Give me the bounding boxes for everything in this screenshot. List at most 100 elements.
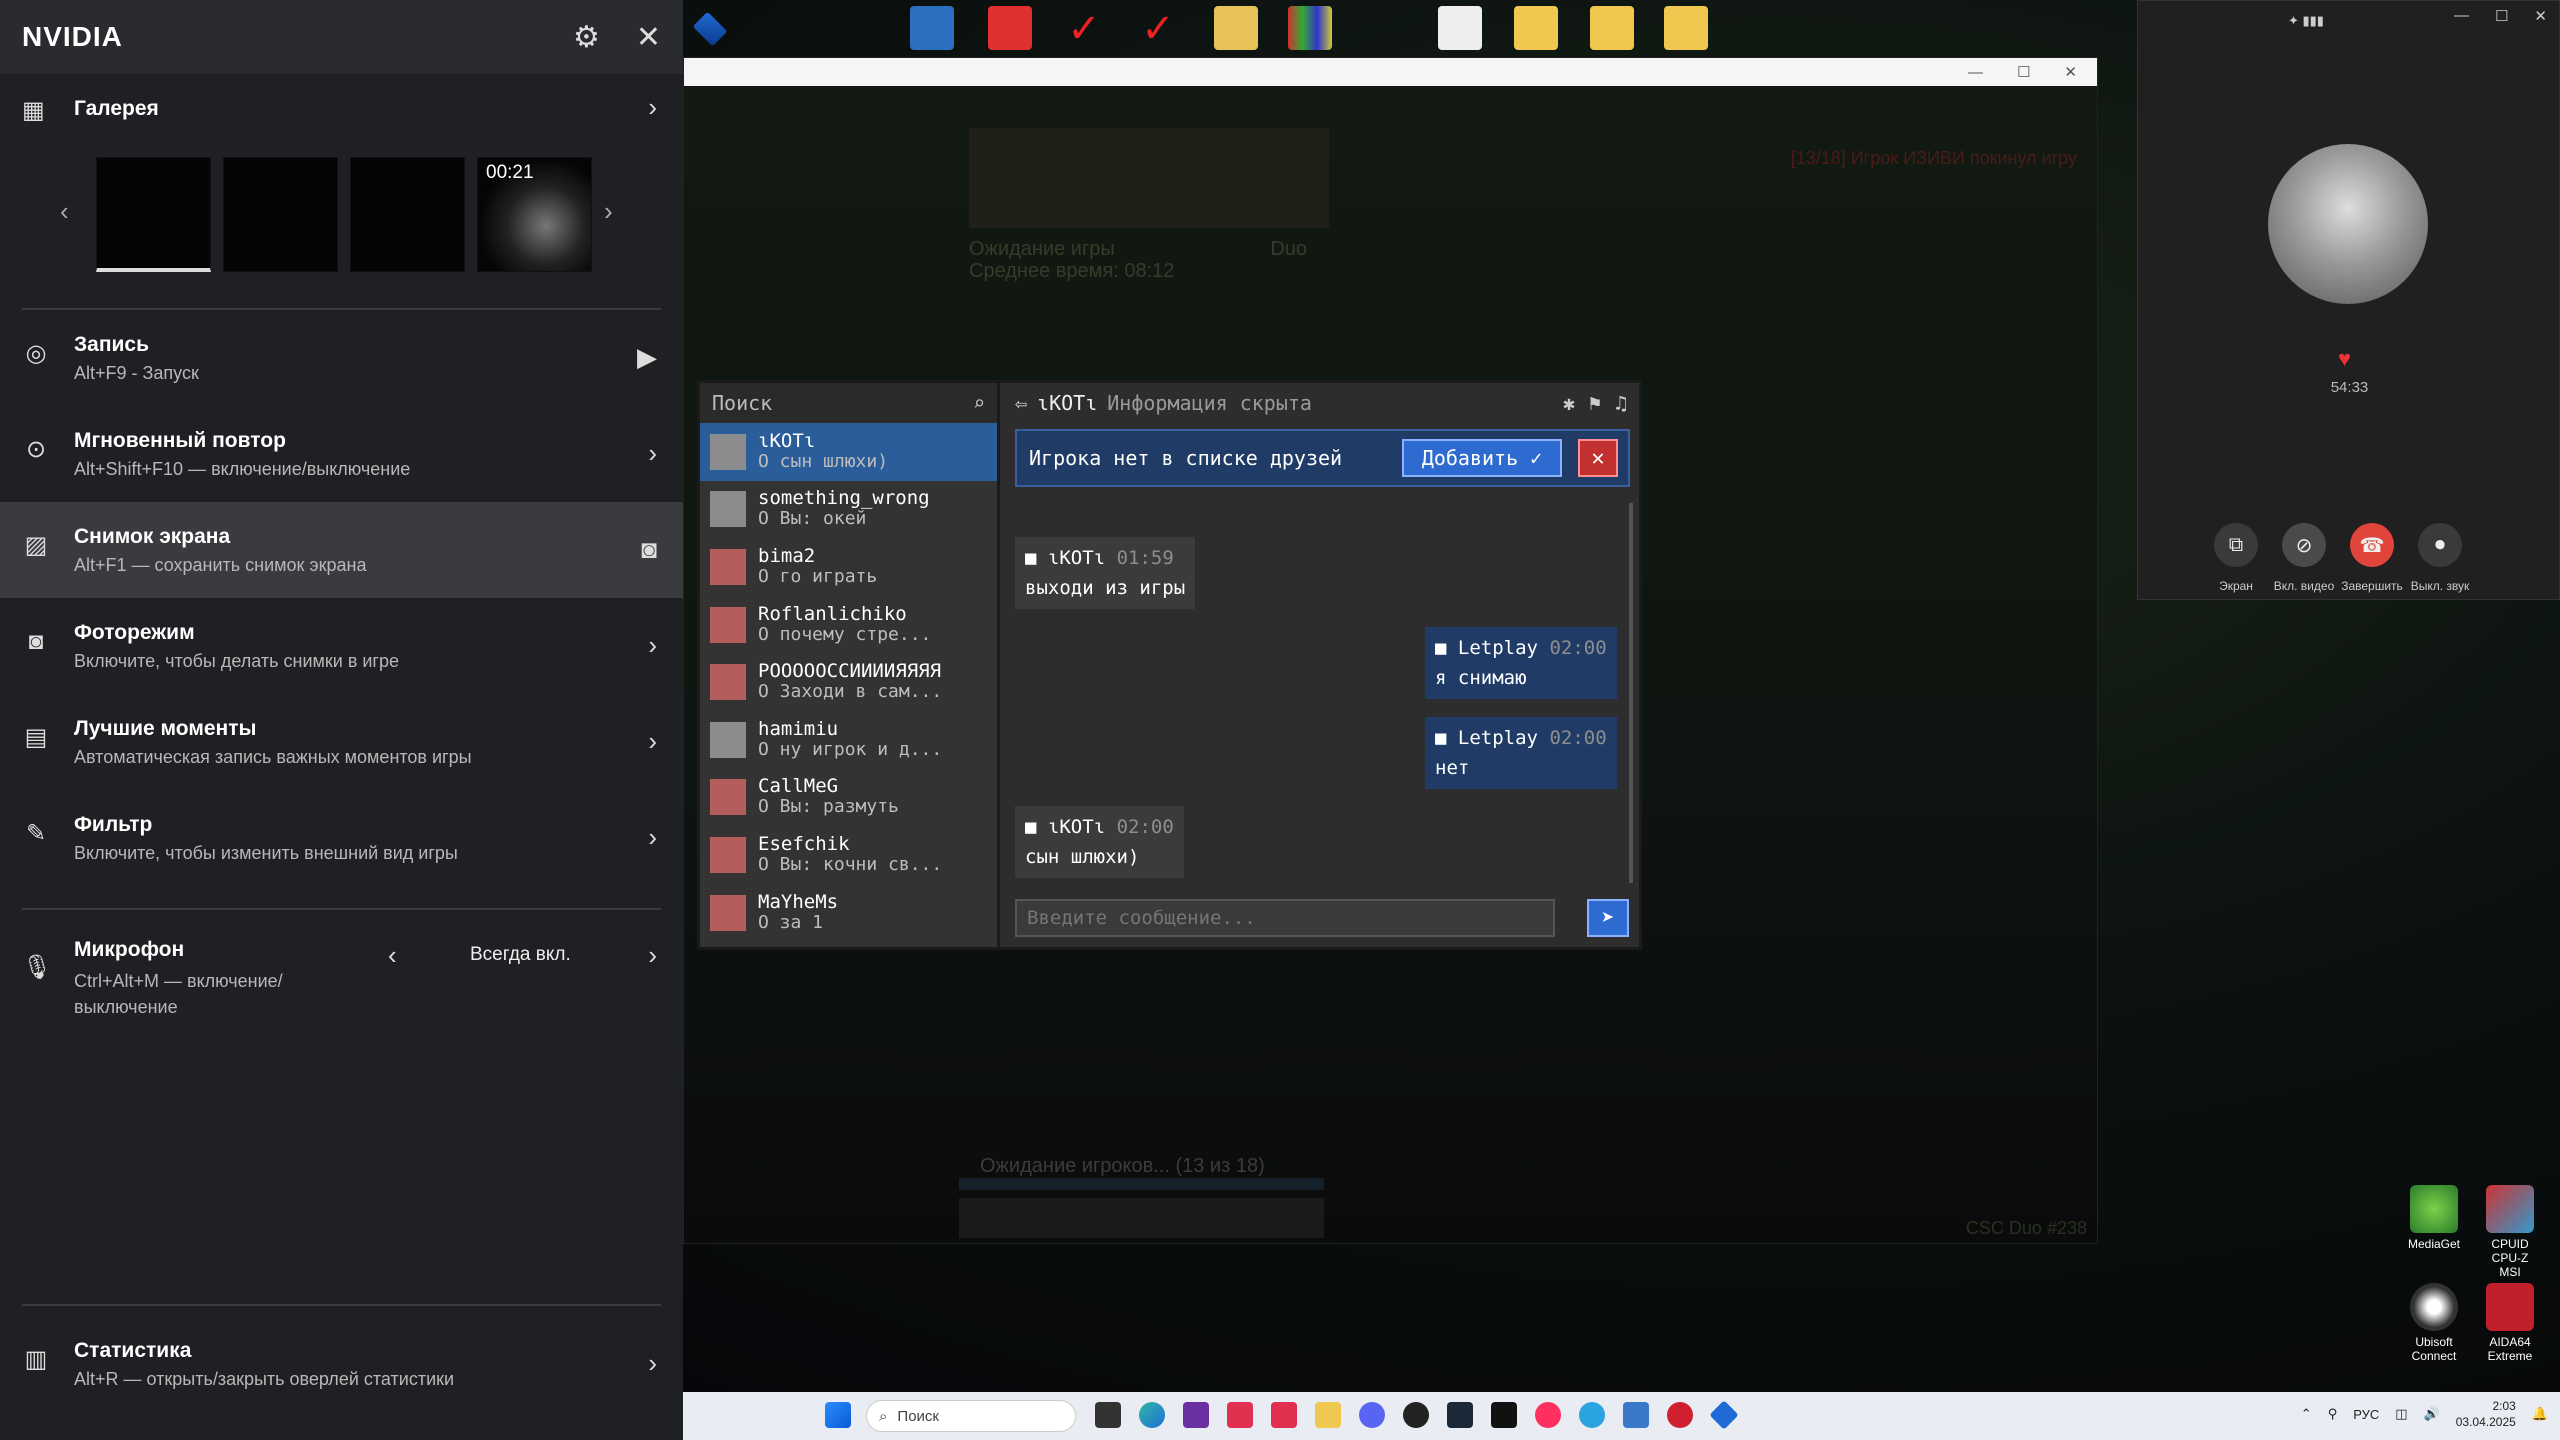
file-explorer-icon[interactable] — [1315, 1402, 1341, 1428]
app-icon[interactable] — [1667, 1402, 1693, 1428]
network-icon[interactable]: ⚲ — [2328, 1406, 2338, 1422]
chevron-up-icon[interactable]: ⌃ — [2301, 1406, 2312, 1422]
contact-item[interactable]: CallMeG О Вы: размуть — [700, 769, 997, 827]
contact-item[interactable]: PОООООССИИИИЯЯЯЯ О Заходи в сам... — [700, 653, 997, 711]
block-icon[interactable]: ✱ — [1563, 391, 1575, 415]
minimize-icon[interactable]: — — [2454, 7, 2469, 25]
chevron-right-icon[interactable]: › — [648, 630, 657, 661]
app-icon[interactable] — [910, 6, 954, 50]
taskbar-search[interactable]: ⌕ Поиск — [866, 1400, 1076, 1432]
send-button[interactable]: ➤ — [1587, 899, 1629, 937]
wifi-icon[interactable]: ◫ — [2395, 1406, 2407, 1422]
app-icon[interactable] — [692, 11, 728, 47]
app-icon[interactable]: ✓ — [1062, 6, 1106, 51]
chevron-right-icon[interactable]: › — [648, 92, 657, 123]
gallery-thumbnail[interactable]: 00:21 — [477, 156, 592, 272]
video-button[interactable]: ⊘ — [2282, 523, 2326, 567]
gallery-thumbnail[interactable] — [96, 156, 211, 272]
contact-item[interactable]: Esefchik О Вы: кочни св... — [700, 826, 997, 884]
stats-row[interactable]: ▥ Статистика Alt+R — открыть/закрыть ове… — [0, 1316, 683, 1412]
folder-icon[interactable] — [1514, 6, 1558, 50]
clock[interactable]: 2:03 03.04.2025 — [2456, 1398, 2516, 1430]
close-icon[interactable]: ✕ — [636, 20, 661, 55]
folder-icon[interactable] — [1438, 6, 1482, 50]
app-icon[interactable] — [1623, 1402, 1649, 1428]
winrar-icon[interactable] — [1288, 6, 1332, 50]
close-icon[interactable]: ✕ — [2064, 63, 2077, 81]
microphone-row[interactable]: 🎙 Микрофон Ctrl+Alt+M — включение/ выклю… — [0, 924, 683, 1034]
add-friend-button[interactable]: Добавить ✓ — [1402, 439, 1562, 477]
language-indicator[interactable]: РУС — [2353, 1407, 2379, 1422]
app-icon[interactable]: ✓ — [1136, 6, 1180, 51]
maximize-icon[interactable]: ☐ — [2017, 63, 2030, 81]
filter-row[interactable]: ✎ Фильтр Включите, чтобы изменить внешни… — [0, 790, 683, 886]
epic-icon[interactable] — [1491, 1402, 1517, 1428]
folder-icon[interactable] — [1214, 6, 1258, 50]
gallery-thumbnail[interactable] — [223, 156, 338, 272]
avatar — [710, 664, 746, 701]
screenshot-row[interactable]: ▨ Снимок экрана Alt+F1 — сохранить снимо… — [0, 502, 683, 598]
instant-replay-label: Мгновенный повтор — [74, 428, 286, 452]
chevron-right-icon[interactable]: › — [648, 1348, 657, 1379]
folder-icon[interactable] — [1664, 6, 1708, 50]
app-icon[interactable] — [1403, 1402, 1429, 1428]
bell-icon[interactable]: 🔔 — [2532, 1406, 2548, 1422]
task-view-icon[interactable] — [1095, 1402, 1121, 1428]
desktop-icon-aida64[interactable]: AIDA64 Extreme — [2480, 1283, 2540, 1363]
app-icon[interactable] — [1227, 1402, 1253, 1428]
avatar — [710, 548, 746, 585]
contact-item[interactable]: Roflanlichiko О почему стре... — [700, 596, 997, 654]
opera-icon[interactable] — [1535, 1402, 1561, 1428]
app-icon[interactable] — [1709, 1400, 1739, 1430]
chevron-right-icon[interactable]: › — [648, 726, 657, 757]
gallery-row[interactable]: ▦ Галерея › — [0, 74, 683, 144]
chevron-left-icon[interactable]: ‹ — [60, 196, 69, 227]
record-row[interactable]: ◎ Запись Alt+F9 - Запуск ▶ — [0, 310, 683, 406]
app-icon[interactable] — [1271, 1402, 1297, 1428]
chevron-right-icon[interactable]: › — [604, 196, 613, 227]
discord-icon[interactable] — [1359, 1402, 1385, 1428]
app-icon[interactable] — [988, 6, 1032, 50]
steam-icon[interactable] — [1447, 1402, 1473, 1428]
contact-item[interactable]: MaYheMs О за 1 — [700, 884, 997, 942]
folder-icon[interactable] — [1590, 6, 1634, 50]
photo-mode-row[interactable]: ◙ Фоторежим Включите, чтобы делать снимк… — [0, 598, 683, 694]
message-input[interactable] — [1015, 899, 1555, 937]
edge-icon[interactable] — [1139, 1402, 1165, 1428]
contact-search[interactable]: Поиск ⌕ — [700, 383, 997, 423]
play-icon[interactable]: ▶ — [637, 342, 657, 373]
maximize-icon[interactable]: ☐ — [2495, 7, 2508, 25]
start-icon[interactable] — [825, 1402, 851, 1428]
back-icon[interactable]: ⇦ — [1015, 391, 1027, 415]
close-icon[interactable]: ✕ — [2534, 7, 2547, 25]
dismiss-button[interactable]: ✕ — [1578, 439, 1618, 477]
chevron-right-icon[interactable]: › — [648, 438, 657, 469]
bell-icon[interactable]: ♫ — [1615, 391, 1627, 415]
search-icon[interactable]: ⌕ — [973, 391, 985, 415]
chevron-left-icon[interactable]: ‹ — [388, 940, 397, 971]
flag-icon[interactable]: ⚑ — [1589, 391, 1601, 415]
desktop-icon-mediaget[interactable]: MediaGet — [2404, 1185, 2464, 1251]
minimize-icon[interactable]: — — [1968, 64, 1983, 81]
image-icon: ▨ — [24, 532, 48, 559]
contact-item[interactable]: ɩKOTɩ О сын шлюхи) — [700, 423, 997, 481]
chat-scrollbar[interactable] — [1629, 503, 1633, 883]
contact-item[interactable]: hamimiu О ну игрок и д... — [700, 711, 997, 769]
camera-icon[interactable]: ◙ — [641, 534, 657, 565]
volume-icon[interactable]: 🔊 — [2424, 1406, 2440, 1422]
gallery-thumbnail[interactable] — [350, 156, 465, 272]
gear-icon[interactable]: ⚙ — [573, 20, 600, 55]
share-screen-button[interactable]: ⧉ — [2214, 523, 2258, 567]
app-icon[interactable] — [1183, 1402, 1209, 1428]
end-call-button[interactable]: ☎ — [2350, 523, 2394, 567]
highlights-row[interactable]: ▤ Лучшие моменты Автоматическая запись в… — [0, 694, 683, 790]
chevron-right-icon[interactable]: › — [648, 940, 657, 971]
contact-item[interactable]: bima2 О го играть — [700, 538, 997, 596]
contact-item[interactable]: something_wrong О Вы: окей — [700, 481, 997, 539]
instant-replay-row[interactable]: ⊙ Мгновенный повтор Alt+Shift+F10 — вклю… — [0, 406, 683, 502]
desktop-icon-ubisoft[interactable]: Ubisoft Connect — [2404, 1283, 2464, 1363]
mute-button[interactable]: ⏺ — [2418, 523, 2462, 567]
desktop-icon-cpuz[interactable]: CPUID CPU-Z MSI — [2480, 1185, 2540, 1279]
telegram-icon[interactable] — [1579, 1402, 1605, 1428]
chevron-right-icon[interactable]: › — [648, 822, 657, 853]
